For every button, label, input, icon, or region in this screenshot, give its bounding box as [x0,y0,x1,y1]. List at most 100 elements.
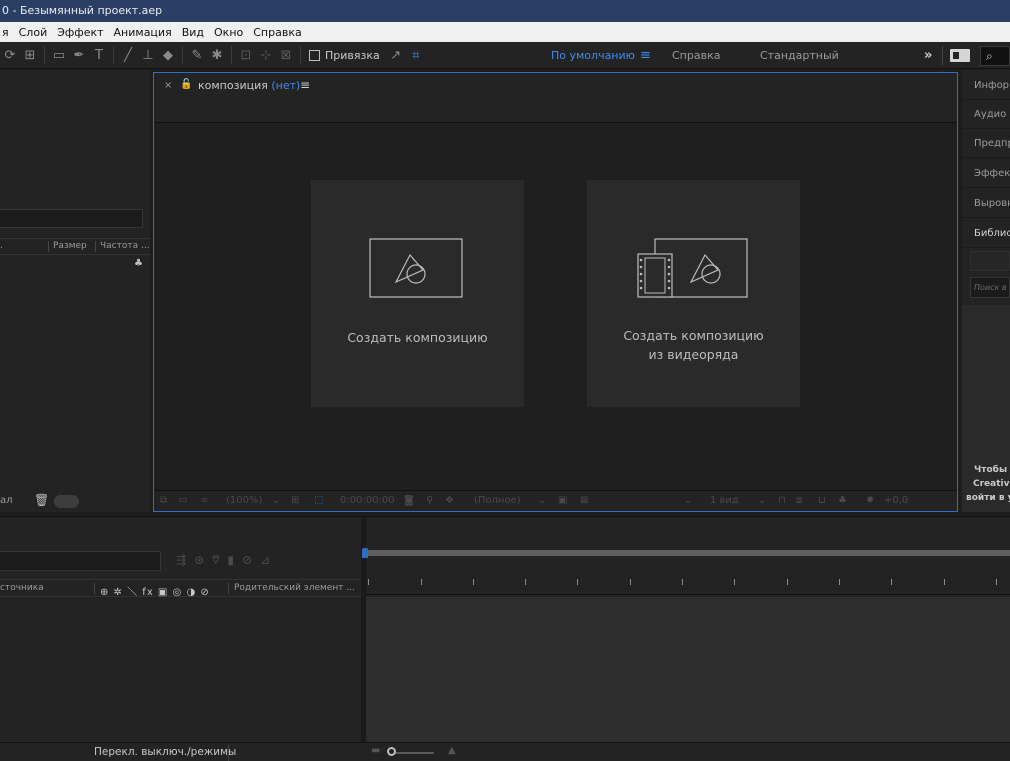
project-search-input[interactable] [0,209,143,228]
library-selector[interactable] [970,251,1010,271]
timeline-col-source[interactable]: сточника [0,583,44,593]
tab-align[interactable]: Выровн [962,190,1010,218]
new-composition-button[interactable]: Создать композицию [311,180,524,407]
transparency-icon[interactable]: ⊠ [580,495,588,506]
shy-icon[interactable]: ⩢ [212,553,227,567]
workspace-default[interactable]: По умолчанию [551,42,635,69]
project-col-size[interactable]: Размер [53,241,87,251]
timeline-zoom-slider[interactable] [392,752,434,754]
zoom-in-icon[interactable]: ▲ [448,745,456,756]
menu-item-composition[interactable]: я [2,26,15,39]
project-col-framerate[interactable]: Частота ... [100,241,150,251]
snapshot-icon[interactable]: ◙ [404,495,414,506]
zoom-dropdown[interactable]: (100%) [226,495,262,506]
resolution-dropdown[interactable]: (Полное) [474,495,521,506]
chevron-down-icon[interactable]: ⌄ [684,495,692,506]
snap-checkbox[interactable] [309,49,320,61]
menu-item-window[interactable]: Окно [214,26,249,39]
close-icon[interactable]: × [164,80,172,91]
timeline-zoom-handle[interactable] [387,747,396,756]
bit-depth-toggle[interactable] [54,495,79,508]
workspace-standard[interactable]: Стандартный [760,42,839,69]
composition-tab-title[interactable]: композиция (нет) [198,79,300,92]
library-search-input[interactable]: Поиск в [970,277,1010,298]
help-search-input[interactable]: ⌕ [980,46,1010,66]
time-navigator-bar[interactable] [366,550,1010,556]
chevron-down-icon[interactable]: ⌄ [758,495,766,506]
type-tool-icon[interactable]: T [89,45,109,65]
channel-icon[interactable]: ❖ [445,495,454,506]
tab-info[interactable]: Инфор [962,72,1010,100]
menu-item-view[interactable]: Вид [182,26,210,39]
ruler-tick [630,579,631,585]
region-of-interest-icon[interactable]: ▣ [558,495,567,506]
timeline-col-parent[interactable]: Родительский элемент ... [234,583,355,593]
workspace-help[interactable]: Справка [672,42,720,69]
toggle-pixel-aspect-icon[interactable]: ⊓ [778,495,786,506]
project-col-name[interactable]: . [0,241,3,251]
menu-item-help[interactable]: Справка [253,26,307,39]
snap-options-icon[interactable]: ↗ [386,45,406,65]
workspace-menu-icon[interactable]: ≡ [640,42,651,69]
puppet-pin-icon[interactable]: ✱ [207,45,227,65]
rectangle-tool-icon[interactable]: ▭ [49,45,69,65]
menu-item-layer[interactable]: Слой [19,26,54,39]
zoom-out-icon[interactable]: ▬ [371,745,380,756]
trash-icon[interactable]: 🗑 [34,493,49,507]
clone-stamp-icon[interactable]: ⊥ [138,45,158,65]
composition-flow-icon[interactable]: ⇶ [176,553,194,567]
brush-tool-icon[interactable]: ╱ [118,45,138,65]
exposure-reset-icon[interactable]: ✹ [866,495,874,506]
timeline-track-area[interactable] [366,597,1010,742]
workspace-panel-icon[interactable] [950,49,970,62]
timeline-switches: ⇶⊛⩢▮⊘⊿ [176,553,278,568]
local-axis-icon[interactable]: ⊡ [236,45,256,65]
graph-editor-icon[interactable]: ⊿ [260,553,278,567]
ruler-tick [944,579,945,585]
always-preview-icon[interactable]: ⧉ [160,495,167,506]
grid-icon[interactable]: ⊞ [291,495,299,506]
frame-blend-icon[interactable]: ▮ [227,553,242,567]
new-composition-from-footage-button[interactable]: Создать композицию из видеоряда [587,180,800,407]
panel-menu-icon[interactable]: ≡ [300,78,310,92]
show-snapshot-icon[interactable]: ⚲ [426,495,433,506]
motion-blur-icon[interactable]: ⊘ [242,553,260,567]
monitor-icon[interactable]: ▭ [178,495,187,506]
tab-effects[interactable]: Эффек [962,160,1010,188]
tab-libraries[interactable]: Библис [962,220,1010,248]
time-navigator-start-handle[interactable] [362,548,368,558]
flowchart-icon[interactable]: ♣ [134,258,143,269]
exposure-value[interactable]: +0,0 [884,495,908,506]
mask-visibility-icon[interactable]: ∞ [200,495,208,506]
chevron-down-icon[interactable]: ⌄ [272,495,280,506]
library-signin-message: Чтобы Creative войти в у [962,463,1010,505]
roto-brush-icon[interactable]: ✎ [187,45,207,65]
right-panel-stack: Инфор Аудио Предпр Эффек Выровн Библис П… [962,70,1010,512]
camera-tool-icon[interactable]: ⊞ [20,45,40,65]
transparency-grid-icon[interactable]: ⬚ [314,495,323,506]
menu-item-effect[interactable]: Эффект [57,26,109,39]
draft-3d-icon[interactable]: ⊛ [194,553,212,567]
toggle-switches-modes-button[interactable]: Перекл. выключ./режимы [94,746,236,758]
timecode-readout[interactable]: 0:00:00:00 [340,495,395,506]
fast-preview-icon[interactable]: ⧈ [796,495,802,506]
workspace-overflow-icon[interactable]: » [924,42,932,69]
timeline-icon[interactable]: ⊔ [818,495,826,506]
snap-target-icon[interactable]: ⌗ [406,45,426,65]
pen-tool-icon[interactable]: ✒ [69,45,89,65]
chevron-down-icon[interactable]: ⌄ [538,495,546,506]
timeline-search-input[interactable] [0,551,161,571]
eraser-icon[interactable]: ◆ [158,45,178,65]
menu-item-animation[interactable]: Анимация [114,26,178,39]
tab-preview[interactable]: Предпр [962,130,1010,158]
world-axis-icon[interactable]: ⊹ [256,45,276,65]
menu-bar: я Слой Эффект Анимация Вид Окно Справка [0,22,1010,42]
project-footer-label: ал [0,495,13,506]
views-dropdown[interactable]: 1 вид [710,495,739,506]
rotate-tool-icon[interactable]: ⟳ [0,45,20,65]
view-axis-icon[interactable]: ⊠ [276,45,296,65]
flowchart-icon[interactable]: ♣ [838,495,847,506]
tab-audio[interactable]: Аудио [962,101,1010,129]
time-ruler[interactable] [366,561,1010,595]
lock-icon[interactable]: 🔓 [180,79,192,90]
